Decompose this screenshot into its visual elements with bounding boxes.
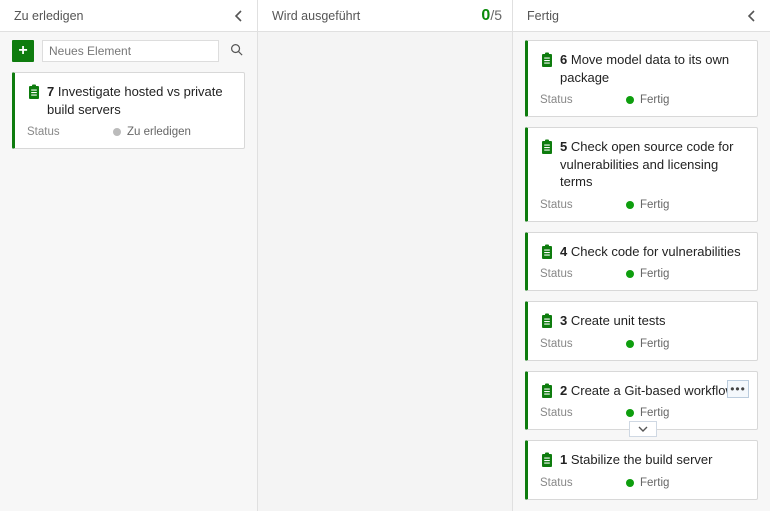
column-done: Fertig 6 Move model data to its own pack…	[513, 0, 770, 511]
card-status-row: Status Fertig	[540, 199, 745, 211]
column-body-done: 6 Move model data to its own package Stat…	[513, 32, 770, 511]
status-value: Fertig	[640, 338, 669, 350]
status-label: Status	[27, 126, 113, 138]
card-title-row: 2 Create a Git-based workflow	[540, 382, 745, 400]
card-status-row: Status Fertig	[540, 268, 745, 280]
card-title-row: 1 Stabilize the build server	[540, 451, 745, 469]
search-icon[interactable]	[227, 42, 245, 60]
card-number: 4	[560, 244, 567, 259]
card-title-row: 6 Move model data to its own package	[540, 51, 745, 86]
card-number: 5	[560, 139, 567, 154]
status-dot	[626, 201, 634, 209]
column-todo: Zu erledigen + Neues Element	[0, 0, 258, 511]
card-status-row: Status Fertig	[540, 94, 745, 106]
card-status-row: Status Fertig	[540, 338, 745, 350]
card-title: Check open source code for vulnerabiliti…	[560, 139, 733, 189]
card-number: 1	[560, 452, 567, 467]
card[interactable]: 7 Investigate hosted vs private build se…	[12, 72, 245, 149]
column-header-doing: Wird ausgeführt 0/5	[258, 0, 512, 32]
card[interactable]: 4 Check code for vulnerabilities Status Fe…	[525, 232, 758, 292]
card-status-row: Status Fertig	[540, 407, 745, 419]
column-body-todo: + Neues Element 7 Investigate hosted vs …	[0, 32, 257, 511]
clipboard-icon	[540, 244, 554, 260]
status-label: Status	[540, 199, 626, 211]
card-title-row: 4 Check code for vulnerabilities	[540, 243, 745, 261]
expand-icon[interactable]	[629, 421, 657, 437]
card-title-row: 5 Check open source code for vulnerabili…	[540, 138, 745, 191]
card-more-button[interactable]: •••	[727, 380, 749, 398]
card-title: Create unit tests	[571, 313, 666, 328]
clipboard-icon	[540, 139, 554, 155]
status-label: Status	[540, 94, 626, 106]
status-dot	[626, 479, 634, 487]
column-doing: Wird ausgeführt 0/5	[258, 0, 513, 511]
collapse-icon[interactable]	[744, 8, 760, 24]
add-item-row: + Neues Element	[12, 40, 245, 72]
wip-max: 5	[494, 7, 502, 23]
card-number: 2	[560, 383, 567, 398]
card-title: Move model data to its own package	[560, 52, 729, 85]
card-number: 6	[560, 52, 567, 67]
status-value: Zu erledigen	[127, 126, 191, 138]
status-dot	[626, 270, 634, 278]
status-dot	[113, 128, 121, 136]
status-value: Fertig	[640, 407, 669, 419]
status-value: Fertig	[640, 268, 669, 280]
column-title: Fertig	[527, 9, 559, 23]
clipboard-icon	[27, 84, 41, 100]
wip-current: 0	[481, 7, 490, 24]
card-title: Create a Git-based workflow	[571, 383, 735, 398]
status-value: Fertig	[640, 477, 669, 489]
card-title: Check code for vulnerabilities	[571, 244, 741, 259]
status-dot	[626, 409, 634, 417]
card[interactable]: 1 Stabilize the build server Status Fertig	[525, 440, 758, 500]
new-item-input[interactable]: Neues Element	[42, 40, 219, 62]
column-body-doing[interactable]	[258, 32, 512, 511]
column-title: Wird ausgeführt	[272, 9, 360, 23]
card-title-row: 7 Investigate hosted vs private build se…	[27, 83, 232, 118]
status-label: Status	[540, 338, 626, 350]
card-status-row: Status Zu erledigen	[27, 126, 232, 138]
clipboard-icon	[540, 383, 554, 399]
status-value: Fertig	[640, 199, 669, 211]
card[interactable]: 6 Move model data to its own package Stat…	[525, 40, 758, 117]
card-number: 3	[560, 313, 567, 328]
status-label: Status	[540, 268, 626, 280]
card-number: 7	[47, 84, 54, 99]
column-header-done: Fertig	[513, 0, 770, 32]
new-item-placeholder: Neues Element	[49, 44, 131, 58]
status-dot	[626, 96, 634, 104]
collapse-icon[interactable]	[231, 8, 247, 24]
card[interactable]: 2 Create a Git-based workflow Status Ferti…	[525, 371, 758, 431]
clipboard-icon	[540, 452, 554, 468]
column-title: Zu erledigen	[14, 9, 84, 23]
status-value: Fertig	[640, 94, 669, 106]
wip-counter: 0/5	[481, 7, 502, 25]
card-title-row: 3 Create unit tests	[540, 312, 745, 330]
add-item-button[interactable]: +	[12, 40, 34, 62]
kanban-board: Zu erledigen + Neues Element	[0, 0, 770, 511]
clipboard-icon	[540, 313, 554, 329]
card[interactable]: 3 Create unit tests Status Fertig	[525, 301, 758, 361]
card-title: Stabilize the build server	[571, 452, 713, 467]
column-header-todo: Zu erledigen	[0, 0, 257, 32]
status-label: Status	[540, 407, 626, 419]
status-label: Status	[540, 477, 626, 489]
card[interactable]: 5 Check open source code for vulnerabili…	[525, 127, 758, 222]
card-status-row: Status Fertig	[540, 477, 745, 489]
card-title: Investigate hosted vs private build serv…	[47, 84, 223, 117]
status-dot	[626, 340, 634, 348]
clipboard-icon	[540, 52, 554, 68]
